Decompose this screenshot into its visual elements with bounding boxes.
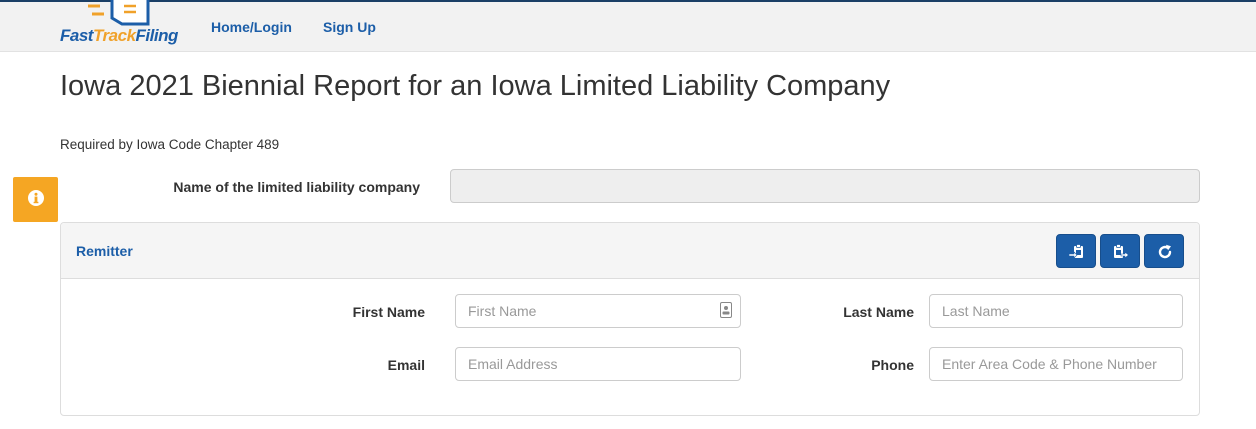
info-side-tab[interactable]: [13, 177, 58, 222]
email-input[interactable]: [455, 347, 741, 381]
remitter-panel-header: Remitter: [61, 223, 1199, 279]
info-icon: [28, 190, 44, 206]
paste-in-icon: [1069, 244, 1083, 259]
logo-text: FastTrackFiling: [60, 26, 178, 46]
last-name-input[interactable]: [929, 294, 1183, 328]
logo-text-track: Track: [92, 26, 136, 45]
logo-text-filing: Filing: [135, 26, 179, 45]
remitter-panel-title: Remitter: [76, 243, 133, 259]
email-label: Email: [387, 357, 425, 373]
nav-home-login-link[interactable]: Home/Login: [211, 19, 292, 35]
top-navbar: FastTrackFiling Home/Login Sign Up: [0, 0, 1256, 52]
company-name-field[interactable]: [450, 169, 1200, 203]
refresh-button[interactable]: [1144, 234, 1184, 268]
paste-out-button[interactable]: [1100, 234, 1140, 268]
refresh-icon: [1158, 244, 1172, 259]
page-title: Iowa 2021 Biennial Report for an Iowa Li…: [60, 70, 891, 102]
first-name-input[interactable]: [455, 294, 741, 328]
company-name-label: Name of the limited liability company: [173, 179, 420, 195]
paste-out-icon: [1114, 244, 1129, 259]
contact-card-icon[interactable]: [720, 302, 732, 318]
page-subtitle: Required by Iowa Code Chapter 489: [60, 137, 280, 152]
phone-label: Phone: [871, 357, 914, 373]
fasttrackfiling-logo[interactable]: FastTrackFiling: [58, 0, 188, 52]
phone-input[interactable]: [929, 347, 1183, 381]
last-name-label: Last Name: [843, 304, 914, 320]
first-name-label: First Name: [352, 304, 425, 320]
nav-sign-up-link[interactable]: Sign Up: [323, 19, 376, 35]
paste-in-button[interactable]: [1056, 234, 1096, 268]
logo-text-fast: Fast: [60, 26, 93, 45]
